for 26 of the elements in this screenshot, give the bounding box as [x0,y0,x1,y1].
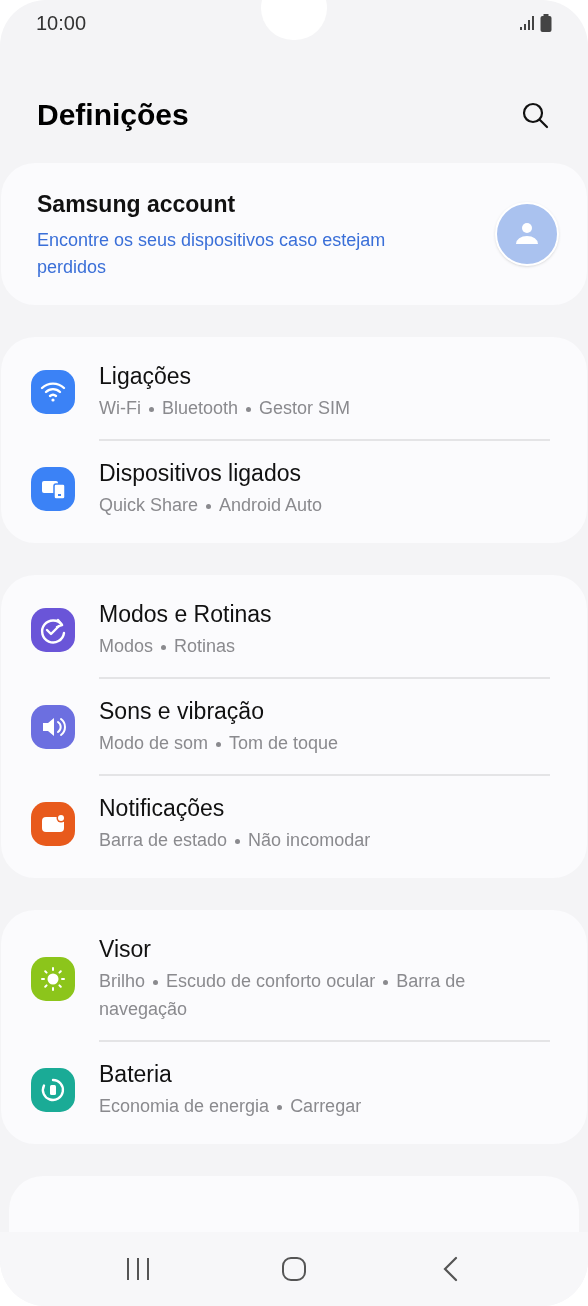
home-icon [281,1256,307,1282]
back-icon [442,1256,458,1282]
search-icon [521,100,549,129]
item-details: Modo de som Tom de toque [99,732,339,755]
item-details: Barra de estado Não incomodar [99,829,371,852]
item-details: Economia de energia Carregar [99,1095,362,1118]
item-title[interactable]: Ligações [99,361,351,391]
status-time: 10:00 [36,11,87,36]
item-details: Wi-Fi Bluetooth Gestor SIM [99,397,351,420]
page-title: Definições [37,97,189,133]
account-title: Samsung account [37,189,237,219]
item-details: Modos Rotinas [99,635,237,658]
item-title[interactable]: Sons e vibração [99,696,339,726]
item-details: Brilho Escudo de conforto ocular Barra de navegação [99,970,467,1021]
account-card[interactable]: Samsung account Encontre os seus dispositivos caso estejam perdidos [1,163,587,305]
account-subtitle: Encontre os seus dispositivos caso estejam perdidos [37,229,387,280]
battery-icon [540,14,552,32]
item-details: Quick Share Android Auto [99,494,323,517]
avatar-icon [495,202,559,266]
item-title[interactable]: Modos e Rotinas [99,599,272,629]
item-title[interactable]: Dispositivos ligados [99,458,323,488]
item-title[interactable]: Notificações [99,793,371,823]
signal-icon [519,15,535,31]
recent-apps-icon [125,1257,151,1281]
item-title[interactable]: Bateria [99,1059,362,1089]
item-title[interactable]: Visor [99,934,557,964]
